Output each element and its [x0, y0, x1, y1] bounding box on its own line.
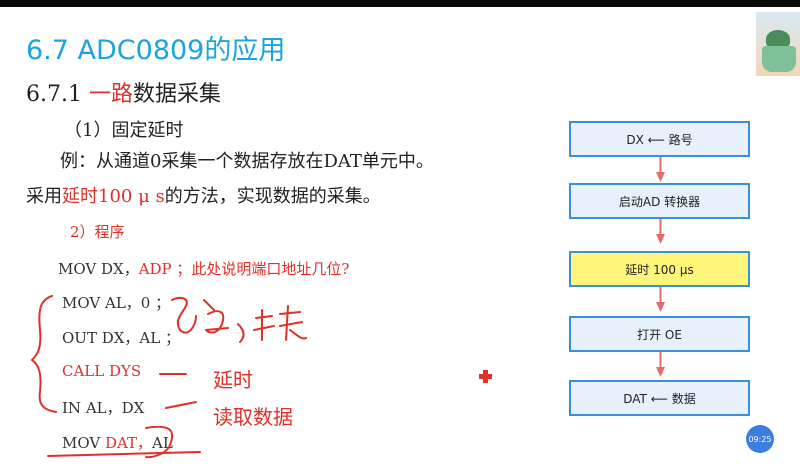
time-badge[interactable]: 09:25 [746, 425, 774, 453]
flow-arrow-2 [656, 219, 665, 244]
scribble-3 [237, 323, 245, 343]
scribble-1 [171, 297, 197, 334]
flow-step-1: DX ⟵ 路号 [569, 121, 750, 157]
scribble-2 [203, 299, 229, 334]
flow-step-3: 延时 100 μs [569, 251, 750, 287]
flow-arrow-1 [656, 157, 665, 182]
flow-step-2: 启动AD 转换器 [569, 183, 750, 219]
flow-step-5: DAT ⟵ 数据 [569, 380, 750, 416]
leader-dx [165, 401, 197, 409]
flow-step-4: 打开 OE [569, 316, 750, 352]
scribble-4 [253, 305, 307, 341]
flow-arrow-4 [656, 352, 665, 377]
flow-arrow-3 [656, 287, 665, 312]
laser-pointer-icon [479, 370, 492, 383]
left-bracket [31, 295, 57, 413]
underline-mov [47, 451, 201, 457]
